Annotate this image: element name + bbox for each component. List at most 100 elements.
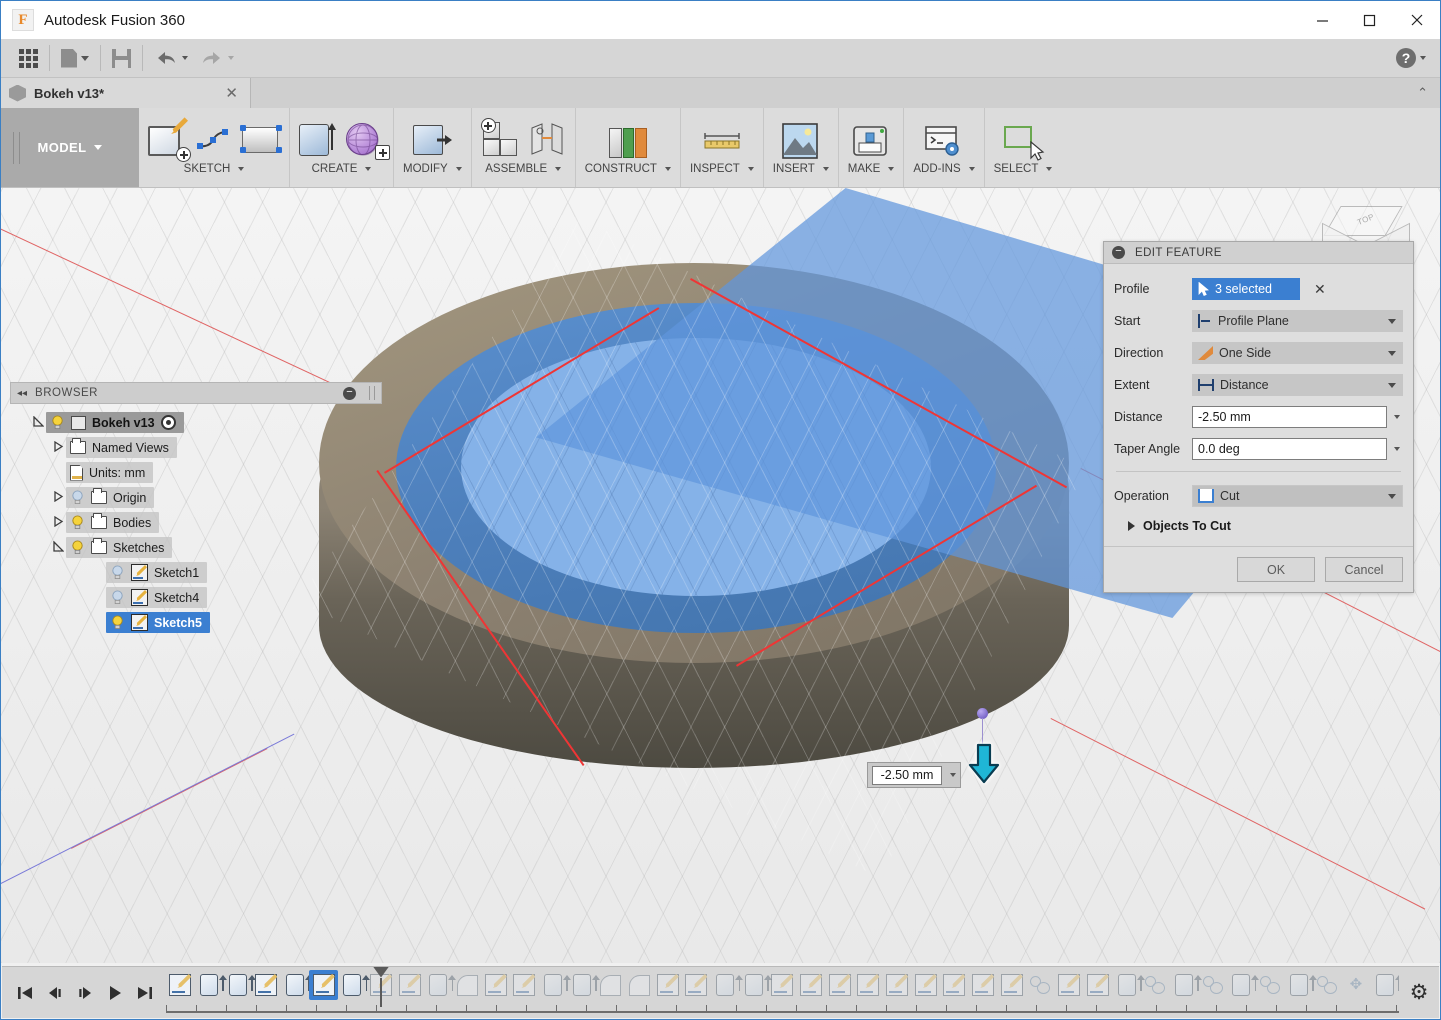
extent-dropdown[interactable]: Distance — [1192, 374, 1403, 396]
tree-pill[interactable]: Origin — [66, 487, 155, 508]
timeline-feature-sketch[interactable] — [653, 970, 682, 1000]
extrude-direction-arrow[interactable] — [967, 743, 1001, 785]
ribbon-group-label-construct[interactable]: CONSTRUCT — [585, 163, 671, 175]
ribbon-group-label-insert[interactable]: INSERT — [773, 163, 829, 175]
tree-pill[interactable]: Units: mm — [66, 462, 154, 483]
chevron-up-icon[interactable]: ⌃ — [1417, 85, 1428, 101]
timeline-feature-sketch[interactable] — [166, 970, 195, 1000]
timeline-feature-fillet[interactable] — [596, 970, 625, 1000]
tree-pill[interactable]: Sketch4 — [106, 587, 208, 608]
tree-pill[interactable]: Named Views — [66, 437, 177, 458]
tree-item-sketch4[interactable]: Sketch4 — [10, 585, 382, 610]
timeline-feature-sketch[interactable] — [854, 970, 883, 1000]
minimize-panel-icon[interactable]: − — [343, 386, 356, 400]
create-form-button[interactable] — [346, 120, 390, 160]
ribbon-group-label-modify[interactable]: MODIFY — [403, 163, 462, 175]
tree-item-origin[interactable]: Origin — [10, 485, 382, 510]
ribbon-group-label-assemble[interactable]: ASSEMBLE — [485, 163, 562, 175]
timeline-features[interactable]: ✥ — [166, 966, 1399, 1019]
timeline-feature-sketch[interactable] — [797, 970, 826, 1000]
ribbon-group-label-create[interactable]: CREATE — [312, 163, 372, 175]
expand-arrow-icon[interactable] — [50, 490, 66, 505]
undo-button[interactable] — [148, 43, 194, 73]
timeline-feature-extrude[interactable] — [711, 970, 744, 1000]
workspace-selector[interactable]: MODEL — [1, 108, 139, 187]
tree-pill[interactable]: Sketch1 — [106, 562, 208, 583]
inline-dimension-input[interactable] — [872, 765, 942, 785]
timeline-feature-extrude[interactable] — [567, 970, 600, 1000]
timeline-feature-extrude[interactable] — [338, 970, 371, 1000]
tree-item-bodies[interactable]: Bodies — [10, 510, 382, 535]
expand-arrow-icon[interactable] — [50, 539, 66, 555]
timeline-feature-extrude[interactable] — [739, 970, 772, 1000]
minimize-button[interactable] — [1299, 1, 1346, 39]
ribbon-group-label-inspect[interactable]: INSPECT — [690, 163, 754, 175]
timeline-feature-sketch[interactable] — [825, 970, 854, 1000]
distance-dropdown-button[interactable] — [1387, 415, 1403, 419]
tree-item-bokeh-v13[interactable]: Bokeh v13 — [10, 410, 382, 435]
tree-pill[interactable]: Bodies — [66, 512, 160, 533]
go-to-end-button[interactable] — [134, 982, 156, 1004]
timeline-feature-sketch[interactable] — [940, 970, 969, 1000]
collapse-panel-icon[interactable]: ◂◂ — [17, 388, 27, 399]
lightbulb-on-icon[interactable] — [70, 540, 85, 555]
timeline-feature-extrude[interactable] — [223, 970, 256, 1000]
joint-button[interactable] — [528, 120, 566, 158]
timeline-feature-sketch[interactable] — [911, 970, 940, 1000]
timeline-feature-sketch[interactable] — [481, 970, 510, 1000]
timeline-feature-sketch[interactable] — [1084, 970, 1113, 1000]
scripts-addins-button[interactable] — [925, 120, 963, 158]
3d-print-button[interactable] — [852, 120, 890, 158]
timeline-feature-sketch[interactable] — [969, 970, 998, 1000]
close-button[interactable] — [1393, 1, 1440, 39]
timeline-feature-hole[interactable] — [1313, 970, 1342, 1000]
timeline-feature-extrude[interactable] — [195, 970, 227, 1000]
inline-dimension-chip[interactable] — [867, 762, 961, 788]
taper-angle-input[interactable]: 0.0 deg — [1192, 438, 1387, 460]
step-forward-button[interactable] — [74, 982, 96, 1004]
timeline-feature-sketch[interactable] — [883, 970, 912, 1000]
timeline-feature-hole[interactable] — [1198, 970, 1227, 1000]
tree-pill[interactable]: Bokeh v13 — [46, 412, 184, 433]
tree-item-sketch1[interactable]: Sketch1 — [10, 560, 382, 585]
timeline-feature-sketch[interactable] — [997, 970, 1026, 1000]
lightbulb-on-icon[interactable] — [110, 615, 125, 630]
tree-pill[interactable]: Sketches — [66, 537, 173, 558]
direction-dropdown[interactable]: One Side — [1192, 342, 1403, 364]
timeline-feature-sketch[interactable] — [309, 970, 339, 1000]
lightbulb-on-icon[interactable] — [70, 515, 85, 530]
close-icon[interactable]: ✕ — [221, 84, 242, 102]
save-button[interactable] — [106, 43, 137, 73]
tree-item-named-views[interactable]: Named Views — [10, 435, 382, 460]
tree-item-sketches[interactable]: Sketches — [10, 535, 382, 560]
expand-arrow-icon[interactable] — [50, 440, 66, 455]
offset-plane-button[interactable] — [608, 120, 647, 158]
expand-arrow-icon[interactable] — [50, 515, 66, 530]
objects-to-cut-section[interactable]: Objects To Cut — [1114, 512, 1403, 540]
new-component-button[interactable] — [480, 118, 519, 158]
lightbulb-off-icon[interactable] — [110, 590, 125, 605]
ok-button[interactable]: OK — [1237, 557, 1315, 582]
press-pull-button[interactable] — [413, 120, 453, 158]
select-tool-button[interactable] — [1004, 120, 1045, 161]
timeline-feature-hole[interactable] — [1141, 970, 1170, 1000]
maximize-button[interactable] — [1346, 1, 1393, 39]
ribbon-group-label-sketch[interactable]: SKETCH — [184, 163, 245, 175]
timeline-settings-button[interactable]: ⚙ — [1399, 980, 1439, 1005]
start-dropdown[interactable]: Profile Plane — [1192, 310, 1403, 332]
file-menu-button[interactable] — [55, 43, 95, 73]
tree-pill-selected[interactable]: Sketch5 — [106, 612, 210, 633]
distance-input[interactable]: -2.50 mm — [1192, 406, 1387, 428]
expand-arrow-icon[interactable] — [30, 414, 46, 430]
timeline-feature-extrude[interactable] — [1170, 970, 1202, 1000]
timeline-feature-sketch[interactable] — [252, 970, 281, 1000]
timeline-feature-extrude[interactable] — [1227, 970, 1260, 1000]
lightbulb-off-icon[interactable] — [110, 565, 125, 580]
clear-selection-icon[interactable]: ✕ — [1314, 281, 1326, 298]
measure-button[interactable] — [703, 120, 741, 158]
chevron-down-icon[interactable] — [950, 773, 956, 777]
expand-arrow-icon[interactable] — [1128, 521, 1135, 531]
timeline-feature-fillet[interactable] — [453, 970, 482, 1000]
taper-angle-dropdown-button[interactable] — [1387, 447, 1403, 451]
play-button[interactable] — [104, 982, 126, 1004]
